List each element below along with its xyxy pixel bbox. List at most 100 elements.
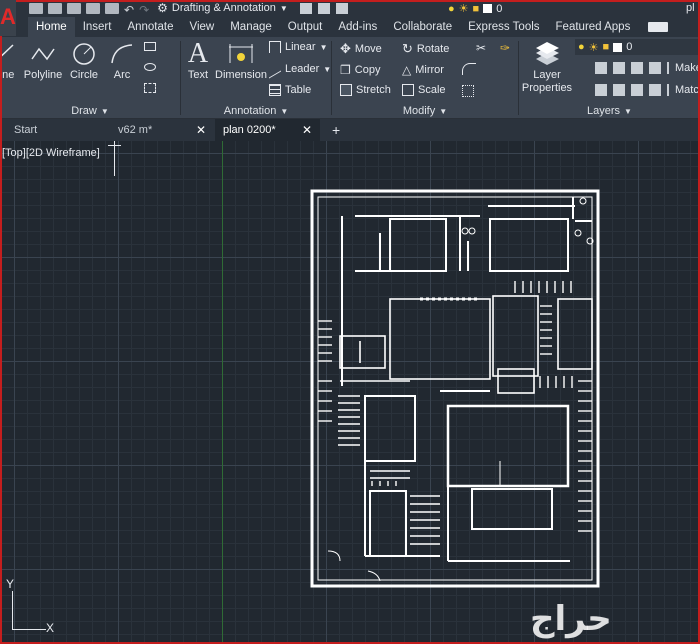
make-current-button[interactable]: Make [675,62,700,74]
tab-collaborate[interactable]: Collaborate [385,17,460,37]
text-a-icon: A [187,38,209,69]
lock-icon: ■ [602,41,610,53]
annotation-panel: A Text Dimension Linear ▼ Leader ▼ Table A… [181,37,331,119]
trim-icon[interactable]: ✂ [476,41,486,55]
line-button[interactable]: Line [0,39,22,81]
ucs-icon [12,591,13,629]
array-icon[interactable] [462,85,474,97]
layers-panel: Layer Properties ● ☀ ■ 0 Make Match Laye… [519,37,700,119]
stretch-button[interactable]: Stretch [340,84,391,96]
tab-featured-apps[interactable]: Featured Apps [548,17,639,37]
rectangle-icon[interactable] [144,42,156,51]
save-as-icon[interactable] [86,2,100,14]
tab-home[interactable]: Home [28,17,75,37]
tab-annotate[interactable]: Annotate [119,17,181,37]
polyline-button[interactable]: Polyline [22,39,64,81]
arc-button[interactable]: Arc [104,39,140,81]
plot-icon[interactable] [105,2,119,14]
open-file-icon[interactable] [48,2,62,14]
table-button[interactable]: Table [269,84,311,96]
layer-tools-icons[interactable] [595,62,669,74]
text-label: Text [187,69,209,81]
redo-icon[interactable]: ↷ [139,3,149,17]
x-axis-label: X [46,621,55,635]
doc-tab-plan[interactable]: plan 0200* ✕ [215,119,320,141]
scale-icon [402,84,414,96]
chevron-down-icon: ▼ [279,3,288,13]
polyline-label: Polyline [23,69,63,81]
mirror-button[interactable]: △ Mirror [402,63,444,77]
circle-icon [73,43,95,65]
tab-add-ins[interactable]: Add-ins [330,17,385,37]
tab-insert[interactable]: Insert [75,17,120,37]
outer-walls [310,189,600,588]
doc-tab-start[interactable]: Start [6,119,106,141]
scale-button[interactable]: Scale [402,84,446,96]
move-button[interactable]: ✥ Move [340,41,382,57]
text-button[interactable]: A Text [183,38,213,81]
annotation-panel-title[interactable]: Annotation ▼ [181,105,331,117]
floor-plan-drawing [310,189,600,588]
layers-panel-title[interactable]: Layers ▼ [519,105,700,117]
layer-properties-label: Layer Properties [521,69,573,94]
tab-output[interactable]: Output [280,17,331,37]
dimension-button[interactable]: Dimension [215,39,267,81]
stretch-icon [340,84,352,96]
y-axis-label: Y [6,577,15,591]
match-layer-button[interactable]: Match [675,84,700,96]
layer-toolbar-icon[interactable] [317,2,330,14]
polyline-icon [31,47,55,61]
tab-express-tools[interactable]: Express Tools [460,17,547,37]
dimension-label: Dimension [215,69,267,81]
lower-rooms [364,390,570,562]
dimension-icon [229,44,253,63]
ribbon-options-icon[interactable] [648,21,669,32]
document-tab-bar: Start v62 m* ✕ plan 0200* ✕ + [0,119,700,141]
move-icon: ✥ [340,41,351,56]
layer-dropdown[interactable]: ● ☀ ■ 0 [575,39,700,55]
layer-name: 0 [626,41,633,53]
tab-manage[interactable]: Manage [222,17,280,37]
layer-dropdown-top[interactable]: ● ☀ ■ 0 [448,2,502,16]
search-abbrev[interactable]: pl [686,2,695,14]
sun-icon: ☀ [588,41,599,54]
close-icon[interactable]: ✕ [196,119,206,141]
rotate-icon: ↻ [402,41,413,56]
new-tab-button[interactable]: + [324,119,344,141]
fillet-icon[interactable] [462,63,476,75]
line-label: Line [0,69,15,81]
layer-properties-icon [536,42,559,65]
tab-view[interactable]: View [182,17,223,37]
crosshair-cursor [114,141,115,176]
new-file-icon[interactable] [29,2,43,14]
autocad-logo-icon[interactable]: A [0,0,16,36]
layer-tools-icons[interactable] [595,84,669,96]
stairs-and-shelves [318,281,592,545]
draw-panel-title[interactable]: Draw ▼ [0,105,180,117]
layer-properties-button[interactable]: Layer Properties [521,39,573,95]
save-icon[interactable] [67,2,81,14]
drawing-canvas[interactable]: [Top][2D Wireframe] Y X حراج [0,141,700,644]
circle-button[interactable]: Circle [66,39,102,81]
layer-toolbar-icon[interactable] [335,2,348,14]
circle-label: Circle [69,69,99,81]
ribbon-tab-bar: Home Insert Annotate View Manage Output … [0,16,700,37]
doc-tab-v62[interactable]: v62 m* ✕ [110,119,214,141]
modify-panel: ✥ Move ❐ Copy Stretch ↻ Rotate △ Mirror Scal… [332,37,518,119]
hatch-icon[interactable] [144,83,156,93]
quick-access-toolbar: ↶ ↷ ⚙ Drafting & Annotation ▼ ● ☀ ■ 0 pl [0,0,700,17]
leader-button[interactable]: Leader ▼ [269,59,331,79]
close-icon[interactable]: ✕ [302,119,312,141]
copy-button[interactable]: ❐ Copy [340,63,380,77]
rotate-button[interactable]: ↻ Rotate [402,41,449,57]
color-swatch-icon [613,42,623,52]
erase-icon[interactable]: ✑ [500,41,510,55]
undo-icon[interactable]: ↶ [124,3,134,17]
gear-icon: ⚙ [157,1,168,15]
modify-panel-title[interactable]: Modify ▼ [332,105,518,117]
linear-button[interactable]: Linear ▼ [269,41,328,53]
layer-toolbar-icon[interactable] [299,2,312,14]
leader-icon [269,59,281,79]
workspace-switcher[interactable]: ⚙ Drafting & Annotation ▼ [157,1,288,15]
ellipse-icon[interactable] [144,63,156,71]
